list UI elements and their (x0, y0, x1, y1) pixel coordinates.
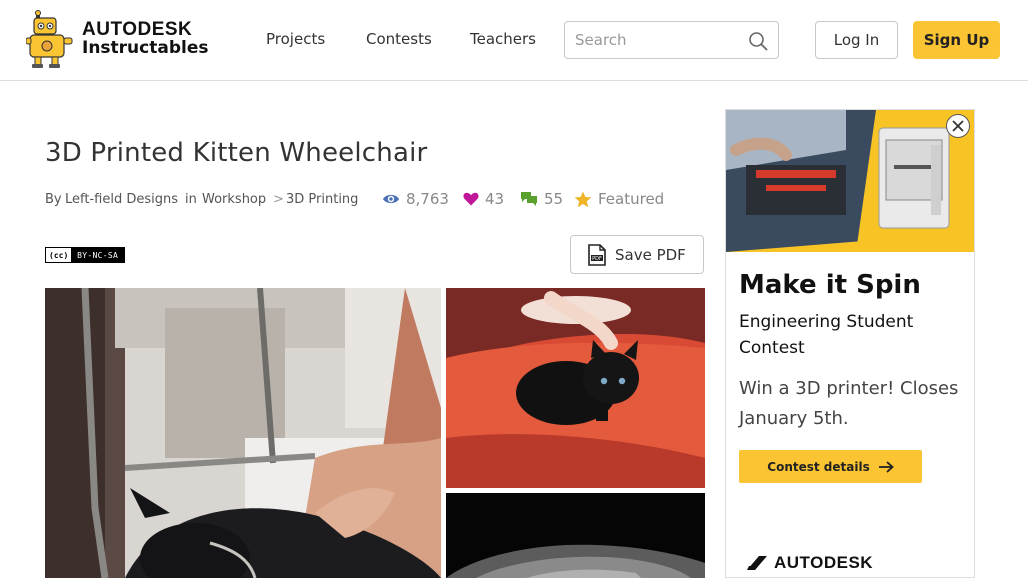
favorites-count: 43 (485, 190, 505, 208)
photo-image-3 (446, 493, 705, 578)
site-logo[interactable]: AUTODESK Instructables (26, 10, 208, 70)
main-photo-kitten-on-floor[interactable] (45, 288, 441, 578)
contest-details-button[interactable]: Contest details (739, 450, 922, 483)
site-header: AUTODESK Instructables Projects Contests… (0, 0, 1028, 81)
robot-mascot-icon (26, 10, 73, 68)
pdf-icon: PDF (588, 243, 606, 266)
author-link[interactable]: Left-field Designs (65, 192, 178, 207)
featured-badge: Featured (574, 190, 664, 208)
license-badge[interactable]: (cc) BY-NC-SA (45, 247, 125, 263)
category-link[interactable]: Workshop (202, 192, 266, 207)
photo-kitten-on-red-rug[interactable] (446, 288, 705, 488)
eye-icon (383, 194, 399, 204)
signup-button[interactable]: Sign Up (913, 21, 1000, 59)
breadcrumb-separator: > (273, 192, 284, 207)
save-pdf-label: Save PDF (615, 245, 686, 264)
ad-brand-text: AUTODESK (774, 553, 874, 572)
comments-count: 55 (544, 190, 564, 208)
ad-subheadline: Engineering Student Contest (739, 312, 914, 358)
search-icon[interactable] (748, 31, 768, 51)
photo-image (45, 288, 441, 578)
photo-kitten-closeup[interactable] (446, 493, 705, 578)
by-label: By (45, 192, 62, 207)
views-stat: 8,763 (382, 190, 449, 208)
close-icon (952, 120, 964, 132)
arrow-right-icon (878, 460, 894, 473)
license-cc: (cc) (46, 250, 72, 260)
subcategory-link[interactable]: 3D Printing (286, 192, 358, 207)
in-label: in (185, 192, 197, 207)
license-type: BY-NC-SA (71, 248, 124, 262)
nav-teachers[interactable]: Teachers (470, 30, 536, 48)
save-pdf-button[interactable]: PDF Save PDF (570, 235, 704, 274)
autodesk-logo-icon (747, 556, 767, 570)
nav-contests[interactable]: Contests (366, 30, 432, 48)
ad-headline: Make it Spin (739, 270, 921, 300)
search-input[interactable] (575, 30, 745, 50)
photo-image-2 (446, 288, 705, 488)
star-icon (574, 191, 592, 207)
svg-text:PDF: PDF (592, 256, 602, 262)
contest-ad[interactable]: Make it Spin Engineering Student Contest… (725, 109, 975, 578)
favorites-stat[interactable]: 43 (463, 190, 504, 208)
logo-product: Instructables (82, 38, 209, 58)
comment-icon (521, 192, 537, 206)
comments-stat[interactable]: 55 (520, 190, 563, 208)
views-count: 8,763 (406, 190, 449, 208)
contest-details-label: Contest details (767, 459, 870, 474)
login-button[interactable]: Log In (815, 21, 898, 59)
ad-close-button[interactable] (946, 114, 970, 138)
ad-body: Win a 3D printer! Closes January 5th. (739, 378, 959, 429)
logo-brand: AUTODESK (82, 19, 193, 40)
ad-image-3d-printer (726, 110, 974, 252)
nav-projects[interactable]: Projects (266, 30, 325, 48)
featured-label: Featured (598, 190, 665, 208)
heart-icon (463, 192, 479, 206)
page-title: 3D Printed Kitten Wheelchair (45, 138, 428, 168)
ad-brand-logo: AUTODESK (746, 553, 873, 573)
logo-text: AUTODESK Instructables (82, 20, 208, 58)
search-box (564, 21, 779, 59)
